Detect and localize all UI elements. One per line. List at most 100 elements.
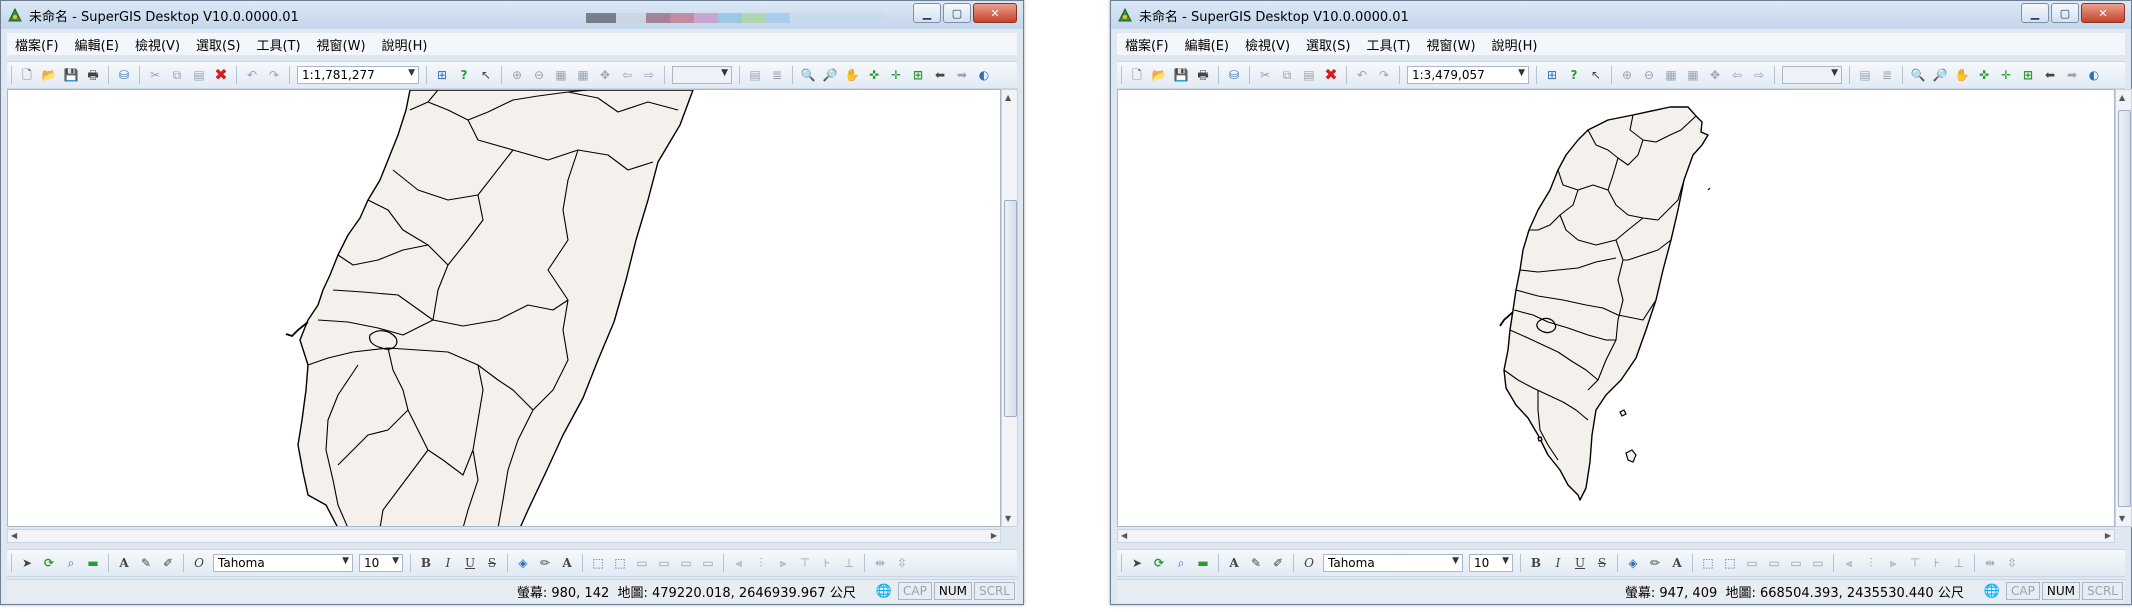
next-extent-icon[interactable]: ➡ [954, 67, 970, 83]
identify-icon[interactable]: ⊞ [1544, 67, 1560, 83]
previous-icon[interactable]: ⇦ [619, 67, 635, 83]
new-icon[interactable]: 🗋 [1129, 67, 1145, 83]
pencil-icon[interactable]: ✎ [138, 555, 154, 571]
send-back-icon[interactable]: ▭ [656, 555, 672, 571]
zoom-in-icon[interactable]: 🔍 [800, 67, 816, 83]
zoom-out-icon[interactable]: 🔎 [822, 67, 838, 83]
menu-view[interactable]: 檢視(V) [1237, 35, 1298, 54]
layer-combo[interactable]: ▼ [1782, 66, 1842, 84]
rectangle-icon[interactable]: ▬ [85, 555, 101, 571]
zoom-out-fixed-icon[interactable]: ⊖ [531, 67, 547, 83]
map-view[interactable] [1117, 89, 2115, 527]
menu-window[interactable]: 視窗(W) [309, 35, 374, 54]
font-size-combo[interactable]: 10 ▼ [359, 554, 403, 572]
zoom-in-fixed-icon[interactable]: ⊕ [1619, 67, 1635, 83]
highlight-icon[interactable]: ✐ [1270, 555, 1286, 571]
font-size-combo[interactable]: 10 ▼ [1469, 554, 1513, 572]
vertical-scrollbar[interactable]: ▲ ▼ [1001, 89, 1018, 527]
help-icon[interactable]: ? [456, 67, 472, 83]
italic-icon[interactable]: I [440, 555, 456, 571]
align-top-icon[interactable]: ⊤ [1907, 555, 1923, 571]
layer-combo[interactable]: ▼ [672, 66, 732, 84]
scroll-right-icon[interactable]: ▶ [2105, 531, 2111, 540]
delete-icon[interactable]: ✖ [213, 67, 229, 83]
send-back-icon[interactable]: ▭ [1766, 555, 1782, 571]
layers-icon[interactable]: ≣ [1879, 67, 1895, 83]
underline-icon[interactable]: U [462, 555, 478, 571]
align-center-icon[interactable]: ⫶ [753, 555, 769, 571]
scroll-up-icon[interactable]: ▲ [1005, 93, 1011, 102]
font-color-icon[interactable]: A [1669, 555, 1685, 571]
align-middle-icon[interactable]: ⊦ [819, 555, 835, 571]
menu-file[interactable]: 檔案(F) [1117, 35, 1177, 54]
fill-color-icon[interactable]: ◈ [1625, 555, 1641, 571]
save-icon[interactable]: 💾 [1173, 67, 1189, 83]
print-icon[interactable]: 🖶 [1195, 67, 1211, 83]
align-center-icon[interactable]: ⫶ [1863, 555, 1879, 571]
whats-this-icon[interactable]: ↖ [478, 67, 494, 83]
new-icon[interactable]: 🗋 [19, 67, 35, 83]
close-button[interactable]: ✕ [973, 3, 1017, 23]
add-data-icon[interactable]: ⛁ [116, 67, 132, 83]
whats-this-icon[interactable]: ↖ [1588, 67, 1604, 83]
grid-icon[interactable]: ▦ [1663, 67, 1679, 83]
zoom-out-fixed-icon[interactable]: ⊖ [1641, 67, 1657, 83]
menu-help[interactable]: 說明(H) [1484, 35, 1546, 54]
rectangle-icon[interactable]: ▬ [1195, 555, 1211, 571]
map-view[interactable] [7, 89, 1001, 527]
menu-edit[interactable]: 編輯(E) [1177, 35, 1237, 54]
menu-tools[interactable]: 工具(T) [1358, 35, 1418, 54]
zoom-icon[interactable]: ⌕ [63, 555, 79, 571]
menu-select[interactable]: 選取(S) [188, 35, 248, 54]
ungroup-icon[interactable]: ⬚ [612, 555, 628, 571]
layers-icon[interactable]: ≣ [769, 67, 785, 83]
previous-icon[interactable]: ⇦ [1729, 67, 1745, 83]
menu-window[interactable]: 視窗(W) [1419, 35, 1484, 54]
zoom-out-icon[interactable]: 🔎 [1932, 67, 1948, 83]
text-tool-icon[interactable]: A [1226, 555, 1242, 571]
zoom-in-icon[interactable]: 🔍 [1910, 67, 1926, 83]
next-icon[interactable]: ⇨ [1751, 67, 1767, 83]
next-icon[interactable]: ⇨ [641, 67, 657, 83]
next-extent-icon[interactable]: ➡ [2064, 67, 2080, 83]
bring-front-icon[interactable]: ▭ [634, 555, 650, 571]
print-icon[interactable]: 🖶 [85, 67, 101, 83]
open-icon[interactable]: 📂 [41, 67, 57, 83]
previous-extent-icon[interactable]: ⬅ [932, 67, 948, 83]
close-button[interactable]: ✕ [2081, 3, 2125, 23]
maximize-button[interactable]: ▢ [2051, 3, 2079, 23]
menu-help[interactable]: 說明(H) [374, 35, 436, 54]
align-middle-icon[interactable]: ⊦ [1929, 555, 1945, 571]
select-pointer-icon[interactable]: ➤ [19, 555, 35, 571]
minimize-button[interactable]: ▁ [2021, 3, 2049, 23]
info-icon[interactable]: ◐ [2086, 67, 2102, 83]
move-icon[interactable]: ✥ [597, 67, 613, 83]
align-right-icon[interactable]: ⫸ [1885, 555, 1901, 571]
rotate-icon[interactable]: ⟳ [1151, 555, 1167, 571]
redo-icon[interactable]: ↷ [1376, 67, 1392, 83]
select-features-icon[interactable]: ⊞ [910, 67, 926, 83]
align-left-icon[interactable]: ⫷ [1841, 555, 1857, 571]
underline-icon[interactable]: U [1572, 555, 1588, 571]
bring-front-icon[interactable]: ▭ [1744, 555, 1760, 571]
group-icon[interactable]: ⬚ [1700, 555, 1716, 571]
cut-icon[interactable]: ✂ [147, 67, 163, 83]
strikethrough-icon[interactable]: S [484, 555, 500, 571]
scroll-down-icon[interactable]: ▼ [2119, 514, 2125, 523]
full-extent-icon[interactable]: ✜ [1976, 67, 1992, 83]
horizontal-scrollbar[interactable]: ◀ ▶ [1117, 529, 2115, 543]
bold-icon[interactable]: B [418, 555, 434, 571]
horizontal-scrollbar[interactable]: ◀ ▶ [7, 529, 1001, 543]
font-name-combo[interactable]: Tahoma ▼ [1323, 554, 1463, 572]
grid-icon[interactable]: ▦ [575, 67, 591, 83]
zoom-icon[interactable]: ⌕ [1173, 555, 1189, 571]
scroll-right-icon[interactable]: ▶ [991, 531, 997, 540]
add-data-icon[interactable]: ⛁ [1226, 67, 1242, 83]
undo-icon[interactable]: ↶ [1354, 67, 1370, 83]
minimize-button[interactable]: ▁ [913, 3, 941, 23]
pencil-icon[interactable]: ✎ [1248, 555, 1264, 571]
fixed-zoom-icon[interactable]: ✛ [1998, 67, 2014, 83]
identify-icon[interactable]: ⊞ [434, 67, 450, 83]
align-left-icon[interactable]: ⫷ [731, 555, 747, 571]
scroll-left-icon[interactable]: ◀ [11, 531, 17, 540]
